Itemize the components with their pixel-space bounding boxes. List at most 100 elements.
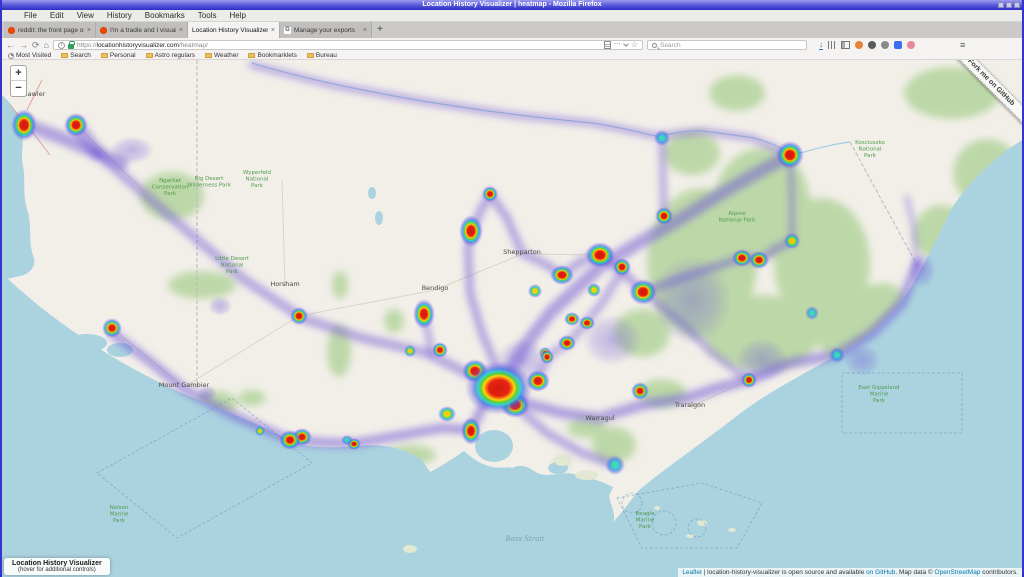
heat-spot-hot: [558, 335, 576, 351]
minimize-button[interactable]: [998, 2, 1004, 8]
bookmark-folder-search[interactable]: Search: [61, 52, 91, 59]
fork-me-on-github-ribbon[interactable]: Fork me on GitHub: [944, 60, 1022, 133]
folder-icon: [205, 53, 212, 58]
reload-icon[interactable]: ⟳: [32, 39, 40, 51]
new-tab-button[interactable]: +: [372, 22, 388, 38]
zoom-out-button[interactable]: −: [11, 81, 26, 96]
forest-patch: [168, 271, 236, 299]
github-link[interactable]: on GitHub: [866, 569, 895, 576]
extension-3-icon[interactable]: [881, 41, 889, 49]
maximize-button[interactable]: [1006, 2, 1012, 8]
info-box-subtitle: (hover for additional controls): [12, 567, 102, 573]
page-actions-icon[interactable]: ⋯: [614, 39, 621, 51]
tab-close-icon[interactable]: ×: [363, 27, 367, 34]
url-bar[interactable]: i https://locationhistoryvisualizer.com/…: [53, 40, 643, 50]
search-icon: [652, 43, 657, 48]
heat-spot-warm: [255, 426, 265, 436]
menu-file[interactable]: File: [24, 11, 37, 20]
close-button[interactable]: [1014, 2, 1020, 8]
travel-track: [662, 138, 664, 216]
info-box-title: Location History Visualizer: [12, 560, 102, 567]
forward-icon[interactable]: →: [19, 39, 28, 51]
menu-help[interactable]: Help: [229, 11, 245, 20]
reader-view-icon[interactable]: [604, 41, 611, 49]
map-label: Shepparton: [503, 248, 541, 256]
tab-reddit-front-page[interactable]: reddit: the front page of ×: [4, 22, 96, 38]
firefox-window: Location History Visualizer | heatmap - …: [0, 0, 1024, 576]
heat-spot-cool: [805, 306, 819, 320]
sidebar-toggle-icon[interactable]: [841, 41, 850, 49]
downloads-icon[interactable]: ↓: [819, 40, 823, 50]
heat-spot-hot: [290, 307, 308, 325]
heat-spot-hot: [776, 141, 804, 169]
search-bar[interactable]: Search: [647, 40, 807, 50]
forest-patch: [238, 390, 266, 406]
bookmark-folder-bookmarklets[interactable]: Bookmarklets: [248, 52, 296, 59]
pocket-icon[interactable]: [623, 41, 629, 47]
reddit-favicon-icon: [8, 27, 15, 34]
bookmark-star-icon[interactable]: ☆: [631, 39, 638, 51]
heat-spot-hot: [585, 242, 615, 268]
site-info-icon[interactable]: i: [58, 42, 65, 49]
heat-spot-faint: [496, 338, 548, 382]
tab-tradie-visualisation[interactable]: I'm a tradie and I visuali ×: [96, 22, 188, 38]
heat-spot-faint: [652, 255, 732, 345]
heat-spot-warm: [587, 283, 601, 297]
extension-2-icon[interactable]: [868, 41, 876, 49]
window-titlebar[interactable]: Location History Visualizer | heatmap - …: [2, 0, 1022, 10]
heat-spot-hot: [459, 215, 483, 247]
menu-edit[interactable]: Edit: [50, 11, 64, 20]
bookmarks-toolbar: Most Visited Search Personal Astro regul…: [2, 52, 1022, 60]
bookmark-folder-astro-regulars[interactable]: Astro regulars: [146, 52, 195, 59]
back-icon[interactable]: ←: [6, 39, 15, 51]
map-label: Bendigo: [422, 284, 449, 292]
heat-spot-hot: [102, 318, 122, 338]
bookmark-folder-personal[interactable]: Personal: [101, 52, 136, 59]
bookmark-most-visited[interactable]: Most Visited: [8, 52, 51, 59]
folder-icon: [101, 53, 108, 58]
menu-bar: File Edit View History Bookmarks Tools H…: [2, 10, 1022, 22]
bookmark-folder-weather[interactable]: Weather: [205, 52, 238, 59]
heat-spot-faint: [582, 314, 642, 366]
leaflet-link[interactable]: Leaflet: [682, 569, 702, 576]
home-icon[interactable]: ⌂: [44, 39, 49, 51]
heat-spot-cool: [654, 130, 670, 146]
tab-manage-your-exports[interactable]: G Manage your exports ×: [280, 22, 372, 38]
bookmark-folder-bureau[interactable]: Bureau: [307, 52, 337, 59]
menu-tools[interactable]: Tools: [198, 11, 217, 20]
map-zoom-control: + −: [10, 65, 27, 97]
heat-spot-cool: [829, 347, 845, 363]
tab-location-history-visualizer[interactable]: Location History Visualizer ×: [188, 22, 280, 38]
heat-spot-hot: [482, 186, 498, 202]
map-svg: GawlerMount GambierHorshamBendigoSheppar…: [2, 60, 1022, 577]
hamburger-menu-icon[interactable]: ≡: [960, 40, 965, 50]
heat-spot-faint: [908, 252, 936, 288]
heat-spot-warm: [404, 345, 416, 357]
heat-spot-hot: [432, 342, 448, 358]
library-icon[interactable]: [828, 41, 836, 49]
https-padlock-icon[interactable]: [68, 44, 74, 49]
extension-4-icon[interactable]: [894, 41, 902, 49]
zoom-in-button[interactable]: +: [11, 66, 26, 81]
heat-spot-cool: [605, 455, 625, 475]
window-controls: [998, 2, 1020, 8]
heat-spot-hot: [732, 249, 752, 267]
openstreetmap-link[interactable]: OpenStreetMap: [935, 569, 981, 576]
heat-spot-hot: [613, 258, 631, 276]
heat-spot-faint: [208, 296, 232, 316]
tab-close-icon[interactable]: ×: [271, 27, 275, 34]
tab-close-icon[interactable]: ×: [87, 27, 91, 34]
menu-bookmarks[interactable]: Bookmarks: [145, 11, 185, 20]
tab-bar: reddit: the front page of × I'm a tradie…: [2, 22, 1022, 38]
tab-close-icon[interactable]: ×: [179, 27, 183, 34]
menu-history[interactable]: History: [107, 11, 132, 20]
heat-spot-warm: [784, 233, 800, 249]
forest-patch: [709, 75, 765, 111]
heatmap-canvas[interactable]: GawlerMount GambierHorshamBendigoSheppar…: [2, 60, 1022, 577]
extension-1-icon[interactable]: [855, 41, 863, 49]
heat-spot-hot: [64, 113, 88, 137]
visualizer-info-box[interactable]: Location History Visualizer (hover for a…: [4, 558, 110, 575]
extension-5-icon[interactable]: [907, 41, 915, 49]
menu-view[interactable]: View: [77, 11, 94, 20]
heat-spot-hot: [749, 251, 769, 269]
